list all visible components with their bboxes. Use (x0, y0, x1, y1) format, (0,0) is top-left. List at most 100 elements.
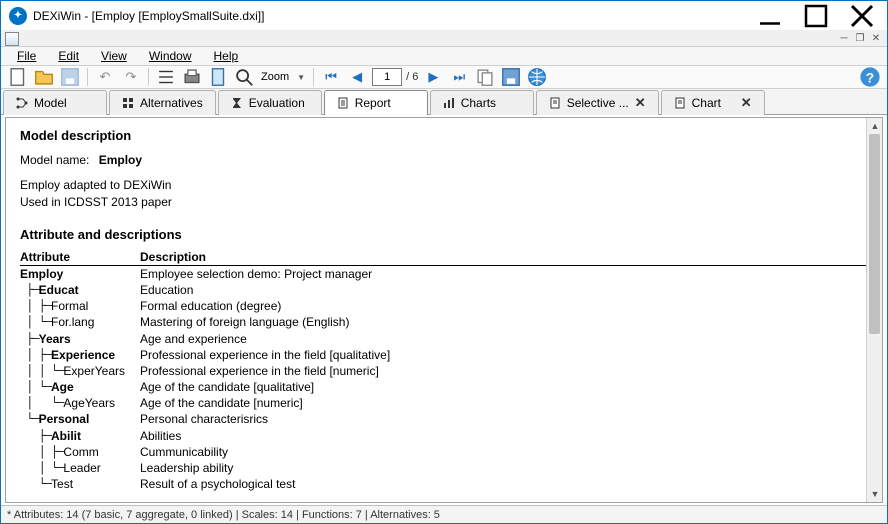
menu-help[interactable]: Help (204, 47, 249, 65)
description-cell: Employee selection demo: Project manager (140, 266, 868, 282)
table-row: │ ├─FormalFormal education (degree) (20, 298, 868, 314)
tree-line: │ ├─ (20, 347, 51, 363)
description-cell: Age of the candidate [qualitative] (140, 379, 868, 395)
scrollbar-thumb[interactable] (869, 134, 880, 334)
document-icon (674, 97, 686, 109)
page-total-label: / 6 (406, 71, 418, 83)
menu-window[interactable]: Window (139, 47, 202, 65)
table-row: EmployEmployee selection demo: Project m… (20, 266, 868, 282)
help-button[interactable]: ? (859, 66, 881, 88)
next-page-button[interactable]: ▶ (422, 66, 444, 88)
attribute-name: Formal (51, 298, 88, 314)
tree-line: ├─ (20, 282, 39, 298)
tab-evaluation[interactable]: Evaluation (218, 90, 322, 115)
column-header-description: Description (140, 250, 206, 264)
attribute-cell: │ └─For.lang (20, 314, 140, 330)
attribute-cell: │ └─Age (20, 379, 140, 395)
maximize-button[interactable] (793, 1, 839, 31)
tree-line: │ └─ (20, 395, 63, 411)
mdi-close-button[interactable]: ✕ (869, 32, 883, 46)
tab-label: Model (34, 96, 67, 110)
minimize-button[interactable] (747, 1, 793, 31)
tab-report[interactable]: Report (324, 90, 428, 115)
status-bar: * Attributes: 14 (7 basic, 7 aggregate, … (1, 505, 887, 523)
section-title: Attribute and descriptions (20, 227, 868, 242)
tree-line: │ └─ (20, 379, 51, 395)
toolbar: ↶ ↷ Zoom ▼ ⏮ ◀ 1 / 6 ▶ ⏭ (1, 66, 887, 89)
menu-edit[interactable]: Edit (48, 47, 89, 65)
svg-text:?: ? (866, 71, 874, 86)
page-number-input[interactable]: 1 (372, 68, 402, 86)
document-icon (337, 97, 349, 109)
tab-bar: Model Alternatives Evaluation Report Cha… (1, 89, 887, 115)
mdi-minimize-button[interactable]: ─ (837, 32, 851, 46)
attribute-cell: └─Personal (20, 411, 140, 427)
tab-close-button[interactable]: ✕ (741, 95, 752, 111)
grid-icon (122, 97, 134, 109)
table-row: │ └─AgeYearsAge of the candidate [numeri… (20, 395, 868, 411)
tab-selective[interactable]: Selective ... ✕ (536, 90, 659, 115)
mdi-restore-button[interactable]: ❐ (853, 32, 867, 46)
report-content: Model description Model name: Employ Emp… (5, 117, 883, 503)
model-description-line: Employ adapted to DEXiWin (20, 177, 868, 194)
tree-line: └─ (20, 476, 51, 492)
page-view-button[interactable] (207, 66, 229, 88)
last-page-button[interactable]: ⏭ (448, 66, 470, 88)
description-cell: Leadership ability (140, 460, 868, 476)
sigma-icon (231, 97, 243, 109)
list-button[interactable] (155, 66, 177, 88)
attribute-name: Abilit (51, 428, 81, 444)
table-row: ├─AbilitAbilities (20, 428, 868, 444)
attribute-cell: Employ (20, 266, 140, 282)
prev-page-button[interactable]: ◀ (346, 66, 368, 88)
attribute-name: Personal (39, 411, 90, 427)
open-button[interactable] (33, 66, 55, 88)
table-row: │ │ └─ExperYearsProfessional experience … (20, 363, 868, 379)
description-cell: Mastering of foreign language (English) (140, 314, 868, 330)
attribute-cell: ├─Educat (20, 282, 140, 298)
zoom-dropdown-icon[interactable]: ▼ (295, 66, 307, 88)
undo-button[interactable]: ↶ (94, 66, 116, 88)
close-button[interactable] (839, 1, 885, 31)
window-controls (747, 1, 885, 31)
tab-close-button[interactable]: ✕ (635, 95, 646, 111)
attribute-cell: │ └─Leader (20, 460, 140, 476)
tab-charts[interactable]: Charts (430, 90, 534, 115)
tree-line: │ └─ (20, 460, 63, 476)
description-cell: Result of a psychological test (140, 476, 868, 492)
tab-chart[interactable]: Chart ✕ (661, 90, 765, 115)
zoom-button[interactable] (233, 66, 255, 88)
attribute-cell: │ ├─Comm (20, 444, 140, 460)
description-cell: Cummunicability (140, 444, 868, 460)
tab-alternatives[interactable]: Alternatives (109, 90, 216, 115)
app-window: ✦ DEXiWin - [Employ [EmploySmallSuite.dx… (0, 0, 888, 524)
attribute-name: Comm (63, 444, 98, 460)
redo-button[interactable]: ↷ (120, 66, 142, 88)
menu-view[interactable]: View (91, 47, 137, 65)
save-report-button[interactable] (500, 66, 522, 88)
tab-model[interactable]: Model (3, 90, 107, 115)
first-page-button[interactable]: ⏮ (320, 66, 342, 88)
document-icon (5, 32, 19, 46)
table-row: ├─EducatEducation (20, 282, 868, 298)
attribute-name: Educat (39, 282, 79, 298)
menu-file[interactable]: File (7, 47, 46, 65)
web-button[interactable] (526, 66, 548, 88)
copy-button[interactable] (474, 66, 496, 88)
table-row: │ └─AgeAge of the candidate [qualitative… (20, 379, 868, 395)
attribute-cell: │ └─AgeYears (20, 395, 140, 411)
table-row: └─Test Result of a psychological test (20, 476, 868, 492)
column-header-attribute: Attribute (20, 250, 140, 264)
attribute-name: Experience (51, 347, 115, 363)
save-button[interactable] (59, 66, 81, 88)
scroll-down-icon[interactable]: ▼ (867, 486, 883, 502)
vertical-scrollbar[interactable]: ▲ ▼ (866, 118, 882, 502)
tree-line: │ ├─ (20, 444, 63, 460)
mdi-bar: ─ ❐ ✕ (1, 31, 887, 47)
print-button[interactable] (181, 66, 203, 88)
new-button[interactable] (7, 66, 29, 88)
scroll-up-icon[interactable]: ▲ (867, 118, 883, 134)
tab-label: Chart (692, 96, 721, 110)
attribute-table: Attribute Description EmployEmployee sel… (20, 250, 868, 493)
attribute-name: Test (51, 476, 73, 492)
